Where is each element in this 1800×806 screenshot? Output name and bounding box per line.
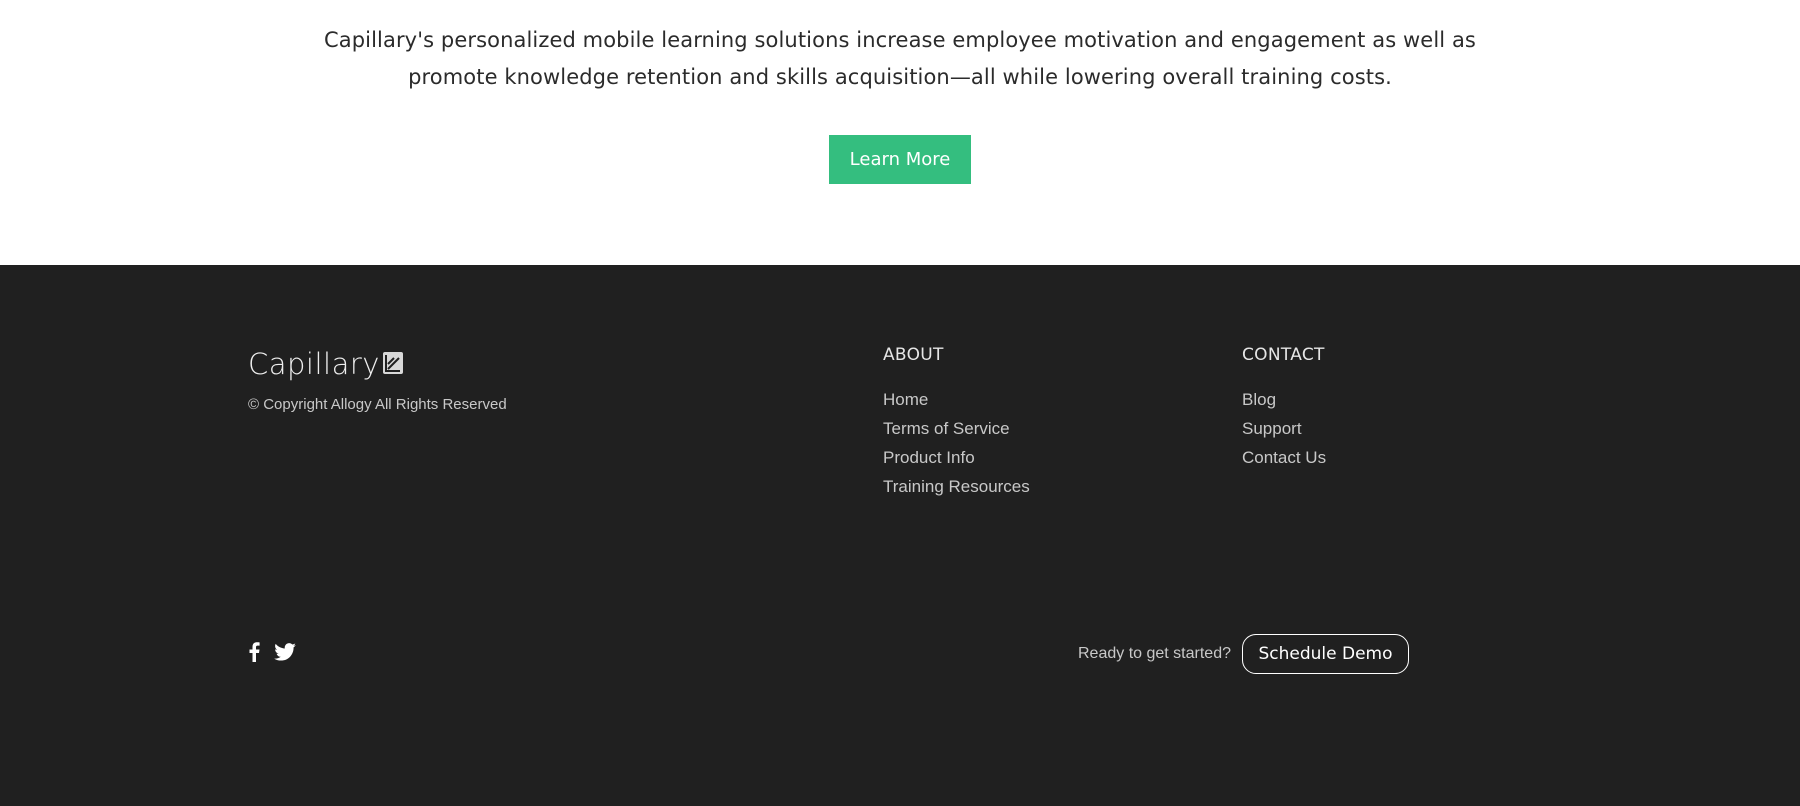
hero-description: Capillary's personalized mobile learning…: [324, 28, 1476, 89]
footer-logo[interactable]: Capillary: [248, 344, 404, 384]
footer-link-contact-us[interactable]: Contact Us: [1242, 443, 1326, 472]
hero-section: Capillary's personalized mobile learning…: [0, 0, 1800, 265]
footer-link-home[interactable]: Home: [883, 385, 1030, 414]
footer-link-training-resources[interactable]: Training Resources: [883, 472, 1030, 501]
logo-text: Capillary: [248, 347, 380, 381]
learn-more-button[interactable]: Learn More: [829, 135, 971, 184]
social-links: [248, 642, 296, 662]
copyright-text: © Copyright Allogy All Rights Reserved: [248, 396, 507, 413]
site-footer: Capillary © Copyright Allogy All Rights …: [0, 265, 1800, 806]
footer-contact-column: CONTACT Blog Support Contact Us: [1242, 345, 1326, 472]
footer-link-support[interactable]: Support: [1242, 414, 1326, 443]
schedule-demo-button[interactable]: Schedule Demo: [1242, 634, 1409, 674]
capillary-logo-mark-icon: [382, 351, 404, 380]
twitter-icon[interactable]: [274, 643, 296, 661]
footer-link-blog[interactable]: Blog: [1242, 385, 1326, 414]
footer-link-product-info[interactable]: Product Info: [883, 443, 1030, 472]
cta-text: Ready to get started?: [1078, 645, 1231, 662]
footer-link-terms-of-service[interactable]: Terms of Service: [883, 414, 1030, 443]
facebook-icon[interactable]: [248, 642, 260, 662]
about-heading: ABOUT: [883, 345, 944, 365]
footer-about-column: ABOUT Home Terms of Service Product Info…: [883, 345, 1030, 501]
contact-heading: CONTACT: [1242, 345, 1325, 365]
